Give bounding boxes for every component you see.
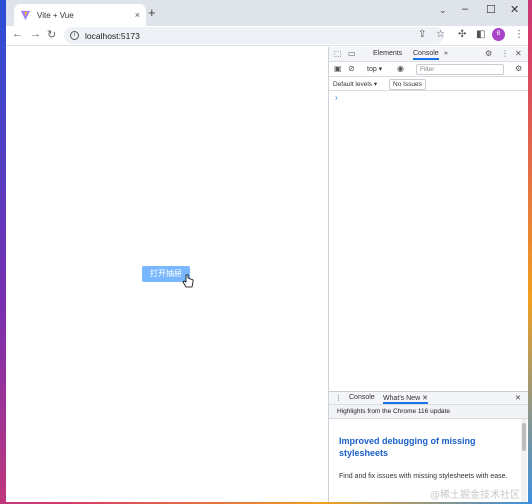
- drawer-tab-whats-new[interactable]: What's New ✕: [383, 394, 428, 404]
- browser-tab[interactable]: Vite + Vue ×: [14, 4, 146, 26]
- drawer-menu-icon[interactable]: ⋮: [335, 394, 342, 402]
- live-expression-eye-icon[interactable]: ◉: [397, 64, 404, 73]
- whats-new-body: Find and fix issues with missing stylesh…: [339, 473, 508, 480]
- url-text: localhost:5173: [85, 30, 140, 41]
- back-arrow-icon[interactable]: ←: [12, 28, 23, 40]
- watermark-text: @稀土掘金技术社区: [430, 490, 520, 501]
- site-info-icon[interactable]: i: [70, 31, 79, 40]
- tab-close-icon[interactable]: ×: [135, 10, 140, 20]
- tab-elements[interactable]: Elements: [373, 50, 402, 57]
- browser-toolbar: ← → ↻ i localhost:5173 ⇪ ☆ ✣ ◧ B ⋮: [6, 26, 528, 46]
- new-tab-button[interactable]: +: [148, 6, 156, 20]
- tab-console[interactable]: Console: [413, 50, 439, 60]
- customize-kebab-icon[interactable]: ⋮: [501, 49, 509, 58]
- minimize-button[interactable]: –: [462, 3, 468, 15]
- console-levels-bar: Default levels ▾ No Issues: [329, 77, 528, 91]
- device-toolbar-icon[interactable]: ▭: [348, 49, 356, 58]
- close-devtools-icon[interactable]: ✕: [515, 49, 522, 58]
- maximize-button[interactable]: ☐: [486, 3, 496, 16]
- scrollbar-thumb[interactable]: [522, 423, 526, 451]
- share-icon[interactable]: ⇪: [418, 29, 426, 40]
- log-levels-dropdown[interactable]: Default levels ▾: [333, 80, 377, 88]
- whats-new-heading[interactable]: Improved debugging of missing stylesheet…: [339, 435, 519, 459]
- hand-pointer-cursor-icon: [182, 274, 194, 288]
- drawer-tab-console[interactable]: Console: [349, 394, 375, 401]
- drawer-scrollbar[interactable]: [521, 419, 527, 502]
- page-viewport: 打开抽屉: [6, 47, 328, 502]
- console-prompt[interactable]: ›: [335, 93, 338, 102]
- profile-avatar[interactable]: B: [492, 28, 505, 41]
- devtools-tab-bar: ⬚ ▭ Elements Console » ⚙ ⋮ ✕: [329, 47, 528, 62]
- bookmark-star-icon[interactable]: ☆: [436, 29, 445, 40]
- forward-arrow-icon[interactable]: →: [30, 28, 41, 40]
- close-drawer-icon[interactable]: ✕: [515, 394, 521, 402]
- settings-gear-icon[interactable]: ⚙: [485, 49, 492, 58]
- more-tabs-icon[interactable]: »: [444, 50, 448, 57]
- tab-search-chevron-icon[interactable]: ⌄: [439, 5, 447, 16]
- clear-console-icon[interactable]: ⊘: [348, 64, 355, 73]
- extensions-puzzle-icon[interactable]: ✣: [458, 29, 466, 40]
- sidebar-toggle-icon[interactable]: ▣: [334, 64, 342, 73]
- browser-window: Vite + Vue × + ⌄ – ☐ ✕ ← → ↻ i localhost…: [6, 0, 528, 502]
- title-bar: Vite + Vue × + ⌄ – ☐ ✕: [6, 0, 528, 26]
- issues-button[interactable]: No Issues: [389, 79, 426, 90]
- whats-new-content: Improved debugging of missing stylesheet…: [339, 435, 519, 482]
- context-select[interactable]: top ▾: [367, 65, 382, 73]
- tab-title: Vite + Vue: [37, 10, 74, 20]
- address-bar[interactable]: i localhost:5173: [64, 27, 444, 44]
- vite-icon: [20, 10, 31, 20]
- inspect-element-icon[interactable]: ⬚: [334, 49, 342, 58]
- filter-input[interactable]: Filter: [416, 64, 504, 75]
- drawer-tab-bar: ⋮ Console What's New ✕ ✕: [329, 391, 528, 405]
- highlights-banner: Highlights from the Chrome 116 update: [329, 405, 528, 419]
- console-settings-gear-icon[interactable]: ⚙: [515, 64, 522, 73]
- reload-icon[interactable]: ↻: [47, 28, 56, 41]
- devtools-panel: ⬚ ▭ Elements Console » ⚙ ⋮ ✕ ▣ ⊘ top ▾ ◉…: [328, 47, 528, 502]
- context-value: top: [367, 66, 377, 73]
- close-window-button[interactable]: ✕: [510, 3, 519, 16]
- side-panel-icon[interactable]: ◧: [476, 29, 485, 40]
- whats-new-label: What's New: [383, 395, 421, 402]
- console-toolbar: ▣ ⊘ top ▾ ◉ Filter ⚙: [329, 62, 528, 77]
- menu-kebab-icon[interactable]: ⋮: [514, 29, 524, 40]
